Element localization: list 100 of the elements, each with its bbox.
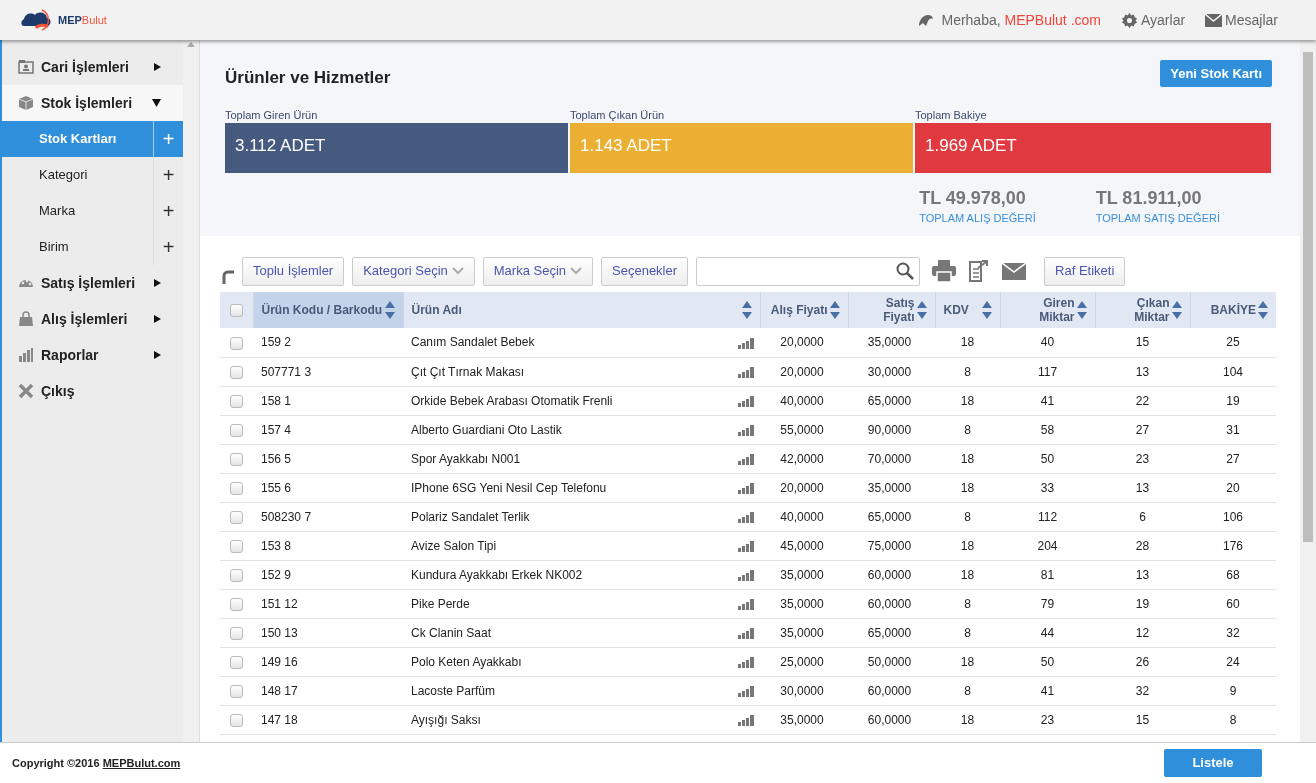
scrollbar[interactable] — [1300, 40, 1316, 742]
sort-icon — [741, 300, 752, 320]
submenu-item[interactable]: Stok Kartları — [2, 121, 154, 157]
bar-chart-icon[interactable] — [738, 627, 754, 639]
table-cell: 149 16 — [253, 647, 403, 676]
column-header[interactable]: Ürün Adı — [403, 292, 760, 328]
table-cell: 40,0000 — [760, 386, 848, 415]
sort-icon — [916, 300, 927, 320]
table-cell: 20,0000 — [760, 473, 848, 502]
checkbox[interactable] — [230, 539, 243, 553]
table-cell: 32 — [1190, 618, 1276, 647]
column-header[interactable]: Giren Miktar — [1000, 292, 1095, 328]
checkbox[interactable] — [230, 510, 243, 524]
table-cell: 152 9 — [253, 560, 403, 589]
column-header[interactable]: Ürün Kodu / Barkodu — [253, 292, 403, 328]
bar-chart-icon[interactable] — [738, 453, 754, 465]
checkbox[interactable] — [230, 394, 243, 408]
table-cell: 41 — [1000, 386, 1095, 415]
settings-link[interactable]: Ayarlar — [1121, 9, 1186, 31]
table-cell: Alberto Guardiani Oto Lastik — [403, 415, 738, 444]
messages-link[interactable]: Mesajlar — [1205, 9, 1278, 31]
toolbar-button[interactable]: Seçenekler — [601, 256, 689, 286]
dropdown[interactable]: Kategori Seçin — [352, 256, 475, 286]
scrollbar[interactable] — [183, 40, 199, 742]
wave-icon — [917, 12, 936, 28]
table-cell: 31 — [1190, 415, 1276, 444]
submenu-item[interactable]: Marka — [2, 193, 154, 229]
new-stock-card-button[interactable]: Yeni Stok Kartı — [1160, 60, 1272, 87]
checkbox[interactable] — [230, 481, 243, 495]
checkbox[interactable] — [230, 597, 243, 611]
checkbox[interactable] — [230, 626, 243, 640]
submenu-item[interactable]: Birim — [2, 229, 154, 265]
table-cell: 27 — [1095, 415, 1190, 444]
site-link[interactable]: MEPBulut.com — [102, 756, 181, 769]
bar-chart-icon[interactable] — [738, 656, 754, 668]
bag-icon — [18, 311, 34, 327]
table-cell: 60,0000 — [848, 676, 935, 705]
bar-chart-icon[interactable] — [738, 366, 754, 378]
checkbox[interactable] — [230, 336, 243, 350]
column-header[interactable]: BAKİYE — [1190, 292, 1276, 328]
total-label: TOPLAM SATIŞ DEĞERİ — [1095, 210, 1220, 226]
sidebar-item[interactable]: Raporlar — [2, 337, 184, 373]
box-icon — [18, 95, 34, 111]
bar-chart-icon[interactable] — [738, 511, 754, 523]
bar-chart-icon[interactable] — [738, 482, 754, 494]
toolbar-button[interactable]: Toplu İşlemler — [242, 256, 345, 286]
greeting-text: Merhaba, MEPBulut .com — [941, 10, 1101, 30]
table-cell: 50 — [1000, 647, 1095, 676]
table-cell: Pike Perde — [403, 589, 738, 618]
total-value: TL 49.978,00 — [919, 187, 1027, 208]
sort-icon — [384, 300, 395, 320]
checkbox[interactable] — [230, 568, 243, 582]
stat-label: Toplam Bakiye — [915, 107, 988, 121]
table-cell: 8 — [935, 415, 1000, 444]
table-cell: 35,0000 — [848, 473, 935, 502]
stat-label: Toplam Çıkan Ürün — [570, 107, 666, 121]
sidebar-item[interactable]: Stok İşlemleri — [2, 85, 184, 121]
table-cell: Ayışığı Saksı — [403, 705, 738, 734]
sidebar-item[interactable]: Çıkış — [2, 373, 184, 409]
table-cell: 13 — [1095, 560, 1190, 589]
mail-icon[interactable] — [1002, 262, 1027, 280]
search-field[interactable] — [696, 256, 921, 286]
sidebar-item[interactable]: Alış İşlemleri — [2, 301, 184, 337]
bar-chart-icon[interactable] — [738, 598, 754, 610]
checkbox[interactable] — [230, 365, 243, 379]
checkbox[interactable] — [229, 304, 243, 318]
bar-chart-icon[interactable] — [738, 569, 754, 581]
bar-chart-icon[interactable] — [738, 337, 754, 349]
print-icon[interactable] — [932, 260, 957, 282]
table-cell: 79 — [1000, 589, 1095, 618]
bar-chart-icon[interactable] — [738, 714, 754, 726]
list-button[interactable]: Listele — [1164, 749, 1262, 777]
checkbox[interactable] — [230, 452, 243, 466]
bar-chart-icon[interactable] — [738, 424, 754, 436]
table-cell: 58 — [1000, 415, 1095, 444]
table-cell: 40,0000 — [760, 502, 848, 531]
column-header[interactable]: Alış Fiyatı — [760, 292, 848, 328]
bar-chart-icon[interactable] — [738, 395, 754, 407]
bar-chart-icon[interactable] — [738, 685, 754, 697]
checkbox[interactable] — [230, 684, 243, 698]
checkbox[interactable] — [230, 655, 243, 669]
submenu-item[interactable]: Kategori — [2, 157, 154, 193]
export-icon[interactable] — [968, 259, 991, 283]
bar-chart-icon[interactable] — [738, 540, 754, 552]
table-cell: 35,0000 — [760, 618, 848, 647]
table-cell: 60,0000 — [848, 589, 935, 618]
scroll-up-icon[interactable] — [187, 42, 196, 47]
table-cell: 35,0000 — [760, 560, 848, 589]
table-cell: 8 — [935, 357, 1000, 386]
column-header[interactable]: Çıkan Miktar — [1095, 292, 1190, 328]
sidebar-item[interactable]: Satış İşlemleri — [2, 265, 184, 301]
table-cell: 147 18 — [253, 705, 403, 734]
shelf-label-button[interactable]: Raf Etiketi — [1044, 256, 1126, 286]
checkbox[interactable] — [230, 423, 243, 437]
column-header[interactable]: KDV — [935, 292, 1000, 328]
sidebar-item[interactable]: Cari İşlemleri — [2, 49, 184, 85]
checkbox[interactable] — [230, 713, 243, 727]
stat-card: 1.143 ADET — [570, 122, 913, 173]
dropdown[interactable]: Marka Seçin — [482, 256, 593, 286]
column-header[interactable]: Satış Fiyatı — [848, 292, 935, 328]
